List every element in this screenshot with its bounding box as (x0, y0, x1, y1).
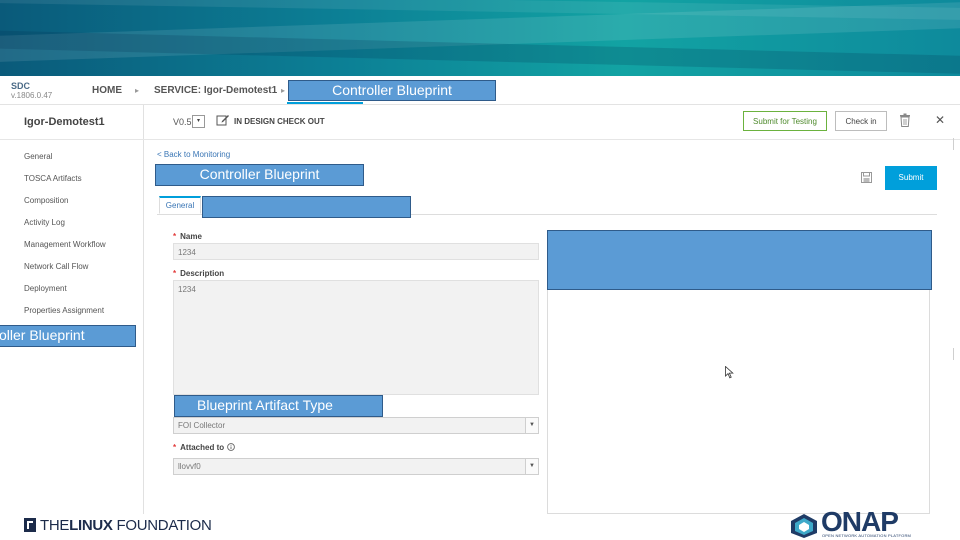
required-marker: * (173, 232, 177, 241)
callout-controller-blueprint-side: oller Blueprint (0, 325, 136, 347)
submit-for-testing-button[interactable]: Submit for Testing (743, 111, 827, 131)
required-marker: * (173, 269, 177, 278)
linux-foundation-logo-icon (24, 518, 36, 532)
attached-to-label: * Attached to (173, 443, 235, 452)
back-to-monitoring-link[interactable]: < Back to Monitoring (157, 150, 230, 159)
description-label-text: Description (180, 269, 225, 278)
name-label: * Name (173, 232, 202, 241)
nav-home-link[interactable]: HOME (92, 85, 122, 96)
description-label: * Description (173, 269, 224, 278)
sidebar-item-deployment[interactable]: Deployment (24, 284, 67, 293)
trash-icon[interactable] (899, 113, 911, 127)
sdc-app-window: SDC v.1806.0.47 HOME ▸ SERVICE: Igor-Dem… (0, 76, 960, 514)
lf-suffix: FOUNDATION (112, 517, 212, 534)
slide-banner (0, 0, 960, 76)
info-icon[interactable] (227, 443, 235, 451)
active-nav-underline (287, 102, 363, 104)
sidebar-item-properties-assignment[interactable]: Properties Assignment (24, 306, 104, 315)
sidebar-item-general[interactable]: General (24, 152, 52, 161)
scrollbar-marker[interactable] (953, 348, 958, 360)
callout-blank-tab (202, 196, 411, 218)
sidebar-item-tosca-artifacts[interactable]: TOSCA Artifacts (24, 174, 82, 183)
name-label-text: Name (180, 232, 202, 241)
sidebar-item-management-workflow[interactable]: Management Workflow (24, 240, 106, 249)
version-label: V0.5 (173, 117, 192, 127)
nav-service-link[interactable]: SERVICE: Igor-Demotest1 (154, 85, 277, 96)
chevron-right-icon: ▸ (281, 86, 286, 95)
mouse-cursor-icon (725, 366, 734, 379)
app-logo-title[interactable]: SDC (11, 81, 30, 91)
required-marker: * (173, 443, 177, 452)
chevron-right-icon: ▸ (135, 86, 140, 95)
service-title: Igor-Demotest1 (24, 116, 105, 128)
attached-to-value: llovvf0 (178, 462, 201, 471)
dropdown-arrow-icon: ▼ (525, 459, 538, 474)
callout-controller-blueprint-header: Controller Blueprint (155, 164, 364, 186)
onap-tagline: OPEN NETWORK AUTOMATION PLATFORM (822, 533, 912, 538)
artifact-type-value: FOI Collector (178, 421, 226, 430)
scrollbar-marker[interactable] (953, 138, 958, 150)
service-toolbar: Igor-Demotest1 V0.5 ▾ IN DESIGN CHECK OU… (0, 105, 960, 140)
version-select[interactable]: ▾ (192, 115, 205, 128)
attached-to-select[interactable]: llovvf0 ▼ (173, 458, 539, 475)
sidebar-item-activity-log[interactable]: Activity Log (24, 218, 65, 227)
callout-blank-panel (547, 230, 932, 290)
app-version: v.1806.0.47 (11, 91, 53, 100)
description-field[interactable]: 1234 (173, 280, 539, 395)
edit-icon (216, 115, 229, 126)
check-in-button[interactable]: Check in (835, 111, 887, 131)
attached-to-label-text: Attached to (180, 443, 225, 452)
lifecycle-status: IN DESIGN CHECK OUT (234, 117, 325, 126)
sidebar-item-composition[interactable]: Composition (24, 196, 68, 205)
name-field[interactable]: 1234 (173, 243, 539, 260)
submit-button[interactable]: Submit (885, 166, 937, 190)
dropdown-arrow-icon: ▼ (525, 418, 538, 433)
artifact-type-select[interactable]: FOI Collector ▼ (173, 417, 539, 434)
close-icon[interactable]: ✕ (935, 113, 945, 127)
lf-prefix: THE (40, 517, 70, 534)
save-icon[interactable] (861, 172, 872, 183)
lf-bold: LINUX (69, 517, 113, 534)
onap-logo-icon (791, 514, 817, 538)
callout-blueprint-artifact-type: Blueprint Artifact Type (174, 395, 383, 417)
callout-controller-blueprint-nav: Controller Blueprint (288, 80, 496, 101)
linux-foundation-logo-text: THELINUX FOUNDATION (40, 517, 212, 534)
sidebar-item-network-call-flow[interactable]: Network Call Flow (24, 262, 88, 271)
tab-general[interactable]: General (159, 196, 201, 214)
divider (143, 105, 144, 139)
